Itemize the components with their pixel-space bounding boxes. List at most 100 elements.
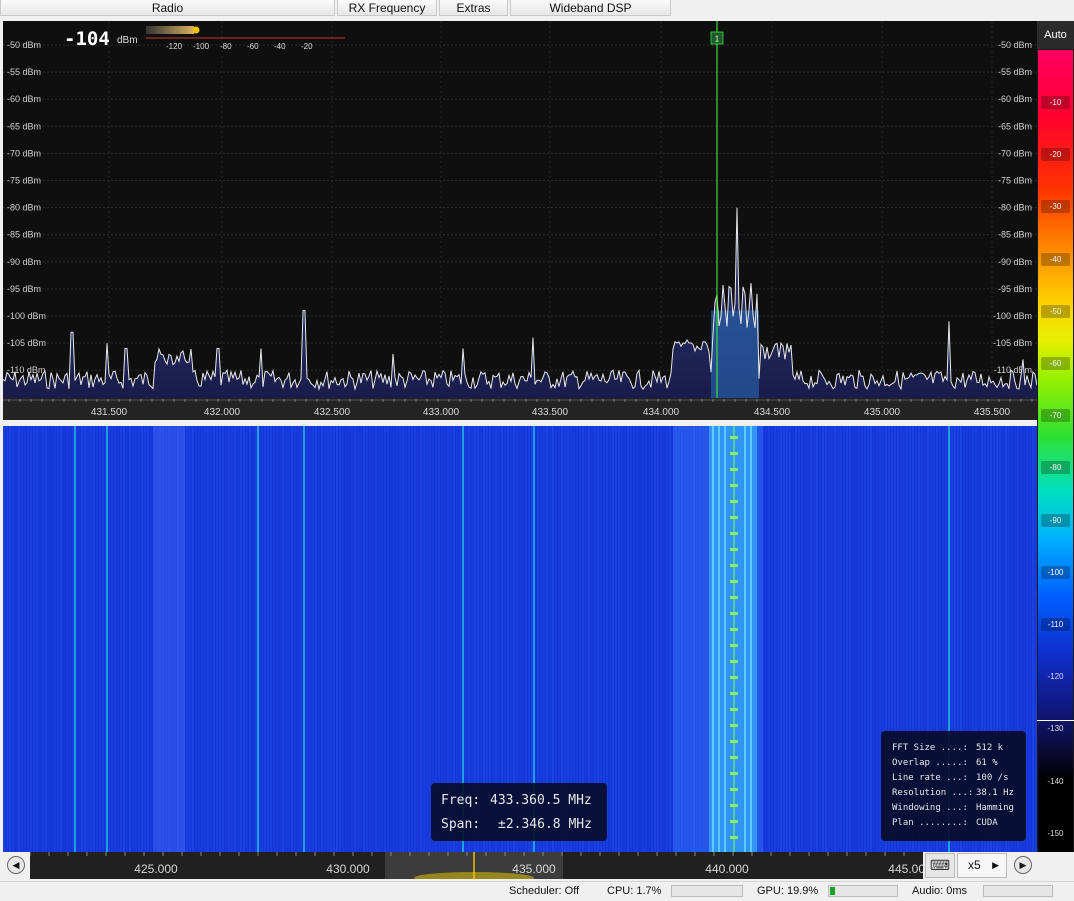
smeter-scale-label: -20 xyxy=(301,42,313,51)
db-label-left: -85 dBm xyxy=(7,230,41,240)
zoom-selector[interactable]: x5 ▶ xyxy=(957,853,1007,878)
gpu-meter xyxy=(828,885,898,897)
db-label-right: -50 dBm xyxy=(998,40,1032,50)
freq-tick-label: 435.500 xyxy=(974,407,1011,418)
keyboard-icon[interactable]: ⌨ xyxy=(925,853,955,878)
fft-info-row-value: 38.1 Hz xyxy=(976,788,1014,798)
fft-info-row-key: Overlap .....: xyxy=(892,758,968,768)
db-label-right: -80 dBm xyxy=(998,203,1032,213)
spectrum-display[interactable]: -50 dBm -50 dBm -55 dBm -55 dBm -60 dBm -60 d… xyxy=(3,21,1037,420)
color-scale-bar[interactable]: Auto -10 -20 -30 -40 -50 -60 -70 -80 -90 -100 -110… xyxy=(1037,21,1074,852)
db-label-right: -65 dBm xyxy=(998,121,1032,131)
db-label-left: -55 dBm xyxy=(7,67,41,77)
signal-level-unit: dBm xyxy=(117,35,138,46)
fft-info-row-key: Line rate ...: xyxy=(892,773,968,783)
color-scale-label: -130 xyxy=(1047,724,1064,734)
freq-tick-label: 433.500 xyxy=(532,407,569,418)
span-value: ±2.346.8 MHz xyxy=(498,817,592,832)
color-scale-label: -20 xyxy=(1041,148,1070,162)
db-label-left: -70 dBm xyxy=(7,148,41,158)
skip-back-icon[interactable]: ◀ xyxy=(7,856,25,874)
wf-freq-tick-label: 425.000 xyxy=(134,862,178,876)
smeter-scale-label: -100 xyxy=(193,42,210,51)
cpu-meter xyxy=(671,885,743,897)
db-label-left: -105 dBm xyxy=(7,338,46,348)
fft-info-row-value: 100 /s xyxy=(976,773,1009,783)
color-scale-label: -60 xyxy=(1041,357,1070,370)
color-scale-label: -10 xyxy=(1041,96,1070,109)
signal-level-value: -104 xyxy=(64,28,110,50)
tab-wideband-dsp[interactable]: Wideband DSP xyxy=(510,0,671,16)
db-label-left: -100 dBm xyxy=(7,311,46,321)
db-label-right: -55 dBm xyxy=(998,67,1032,77)
wf-freq-tick-label: 435.000 xyxy=(512,862,556,876)
frequency-info-box: Freq: 433.360.5 MHz Span: ±2.346.8 MHz xyxy=(431,783,607,841)
freq-tick-label: 434.500 xyxy=(754,407,791,418)
status-bar: Scheduler: Off CPU: 1.7% GPU: 19.9% Audi… xyxy=(0,881,1074,901)
spectrum-plot: -50 dBm -50 dBm -55 dBm -55 dBm -60 dBm -60 d… xyxy=(3,21,1037,399)
signal-band xyxy=(711,310,759,399)
db-label-left: -80 dBm xyxy=(7,203,41,213)
db-label-left: -50 dBm xyxy=(7,40,41,50)
db-label-left: -75 dBm xyxy=(7,176,41,186)
freq-tick-label: 435.000 xyxy=(864,407,901,418)
color-scale-label: -150 xyxy=(1047,828,1064,838)
freq-tick-label: 431.500 xyxy=(91,407,128,418)
audio-status: Audio: 0ms xyxy=(912,885,968,897)
smeter-scale-label: -40 xyxy=(274,42,286,51)
freq-value: 433.360.5 MHz xyxy=(490,793,592,808)
db-label-left: -65 dBm xyxy=(7,121,41,131)
fft-info-row-key: Resolution ...: xyxy=(892,788,974,798)
fft-info-row-value: 61 % xyxy=(976,758,998,768)
color-scale-label: -140 xyxy=(1047,776,1064,786)
db-label-right: -95 dBm xyxy=(998,284,1032,294)
color-scale-label: -100 xyxy=(1041,565,1070,579)
wf-freq-tick-label: 430.000 xyxy=(326,862,370,876)
fft-info-row-key: Windowing ...: xyxy=(892,803,968,813)
fft-info-row-value: 512 k xyxy=(976,743,1004,753)
fft-info-row-value: Hamming xyxy=(976,803,1014,813)
wf-freq-tick-label: 440.000 xyxy=(705,862,749,876)
db-label-right: -100 dBm xyxy=(993,311,1032,321)
tab-radio[interactable]: Radio xyxy=(0,0,335,16)
wf-band xyxy=(153,426,185,852)
smeter-scale-label: -120 xyxy=(166,42,183,51)
tab-rx-frequency[interactable]: RX Frequency xyxy=(337,0,437,16)
freq-tick-label: 433.000 xyxy=(423,407,460,418)
db-label-right: -85 dBm xyxy=(998,230,1032,240)
tab-extras[interactable]: Extras xyxy=(439,0,508,16)
color-scale-label: -110 xyxy=(1041,618,1070,631)
span-label: Span: xyxy=(441,817,481,832)
scheduler-status: Scheduler: Off xyxy=(509,885,580,897)
smeter-scale-label: -80 xyxy=(220,42,232,51)
smeter-indicator-icon xyxy=(192,26,200,34)
color-scale-label: -50 xyxy=(1041,304,1070,318)
freq-tick-label: 432.000 xyxy=(204,407,241,418)
gpu-meter-fill xyxy=(830,887,835,895)
db-label-left: -60 dBm xyxy=(7,94,41,104)
color-scale-label: -70 xyxy=(1041,409,1070,423)
waterfall-frequency-axis[interactable]: 425.000 430.000 435.000 440.000 445.000 xyxy=(30,852,923,879)
smeter-bar xyxy=(146,26,345,39)
fft-info-row-key: Plan ........: xyxy=(892,818,968,828)
freq-tick-label: 434.000 xyxy=(643,407,680,418)
skip-forward-icon[interactable]: ▶ xyxy=(1014,856,1032,874)
smeter-scale-label: -60 xyxy=(247,42,259,51)
auto-scale-button[interactable]: Auto xyxy=(1037,21,1074,49)
audio-meter xyxy=(983,885,1053,897)
db-label-left: -90 dBm xyxy=(7,257,41,267)
color-scale-label: -40 xyxy=(1041,252,1070,266)
db-label-right: -75 dBm xyxy=(998,176,1032,186)
fft-info-box: FFT Size ....: 512 k Overlap .....: 61 %… xyxy=(881,731,1026,841)
spectrum-frequency-axis[interactable]: 431.500 432.000 432.500 433.000 433.500 434.0… xyxy=(3,398,1037,420)
scale-floor-marker[interactable] xyxy=(1037,720,1074,721)
color-scale-label: -120 xyxy=(1047,672,1064,682)
tuning-marker-label: 1 xyxy=(715,35,720,44)
db-label-right: -70 dBm xyxy=(998,148,1032,158)
color-scale-label: -90 xyxy=(1041,513,1070,527)
db-label-left: -95 dBm xyxy=(7,284,41,294)
cpu-status: CPU: 1.7% xyxy=(607,885,662,897)
db-label-right: -60 dBm xyxy=(998,94,1032,104)
db-label-right: -105 dBm xyxy=(993,338,1032,348)
fft-info-row-key: FFT Size ....: xyxy=(892,743,968,753)
